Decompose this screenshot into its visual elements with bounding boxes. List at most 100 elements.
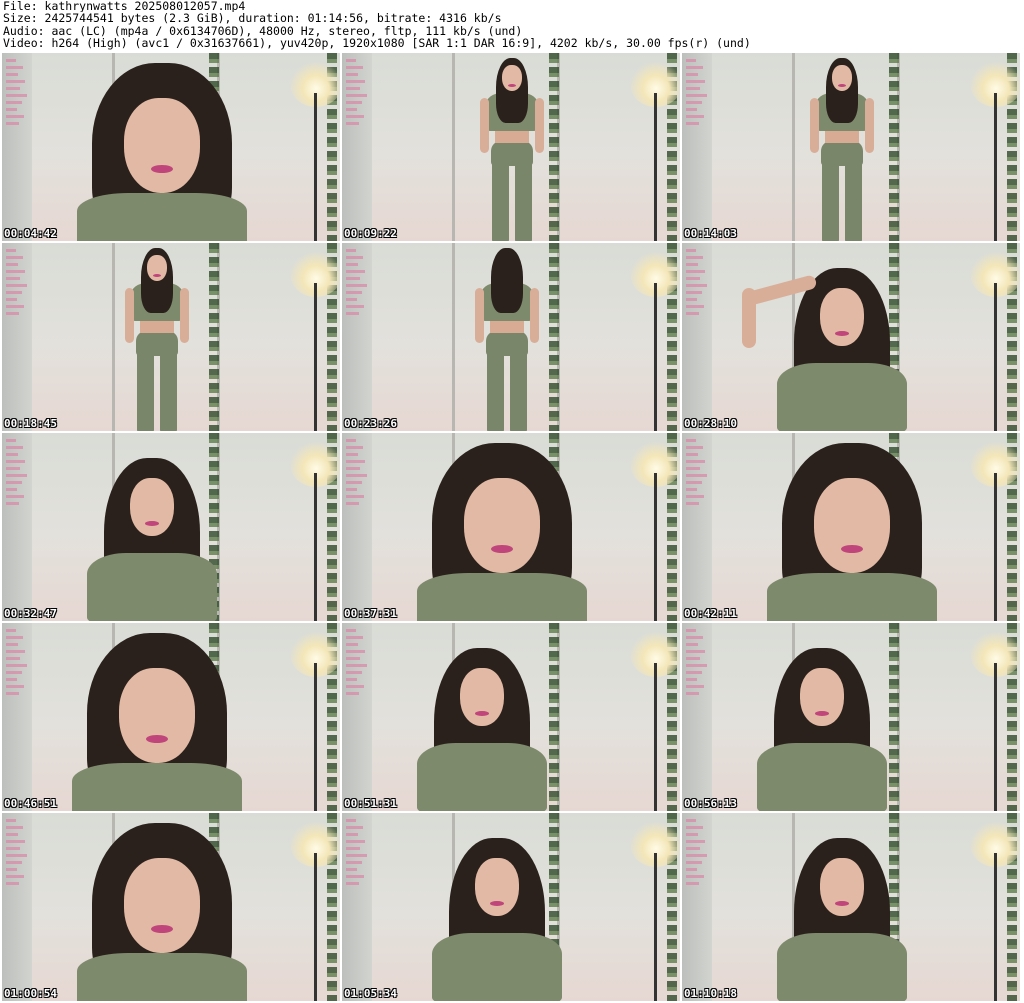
face	[832, 65, 852, 91]
video-thumbnail: 00:18:45	[2, 243, 340, 431]
lips	[490, 901, 504, 906]
green-top	[77, 193, 247, 241]
face	[475, 858, 519, 916]
person-figure	[342, 813, 680, 1001]
video-thumbnail: 00:42:11	[682, 433, 1020, 621]
person-figure	[342, 433, 680, 621]
person-figure	[682, 623, 1020, 811]
right-arm	[865, 98, 874, 153]
video-thumbnail: 00:09:22	[342, 53, 680, 241]
video-thumbnail: 01:00:54	[2, 813, 340, 1001]
lips	[838, 84, 846, 87]
lips	[841, 545, 863, 553]
midriff	[140, 319, 174, 333]
midriff	[825, 129, 859, 143]
person-figure	[682, 433, 1020, 621]
person-figure	[2, 243, 340, 431]
right-arm	[535, 98, 544, 153]
left-arm	[480, 98, 489, 153]
midriff	[490, 319, 524, 333]
face	[820, 858, 864, 916]
hair	[491, 248, 523, 313]
raised-forearm	[742, 288, 756, 348]
lips	[815, 711, 829, 716]
thumbnail-timestamp: 00:46:51	[4, 797, 57, 810]
person-figure	[342, 53, 680, 241]
lips	[151, 925, 173, 933]
thumbnail-timestamp: 00:56:13	[684, 797, 737, 810]
green-top	[777, 933, 907, 1001]
left-arm	[475, 288, 484, 343]
green-top	[757, 743, 887, 811]
lips	[153, 274, 161, 277]
green-top	[72, 763, 242, 811]
video-thumbnail: 00:37:31	[342, 433, 680, 621]
person-figure	[342, 623, 680, 811]
video-thumbnail: 00:51:31	[342, 623, 680, 811]
face	[800, 668, 844, 726]
green-top	[87, 553, 217, 621]
face	[464, 478, 540, 573]
green-top	[777, 363, 907, 431]
green-top	[417, 573, 587, 621]
face	[124, 98, 200, 193]
leggings-hips	[136, 331, 178, 356]
face	[119, 668, 195, 763]
green-top	[77, 953, 247, 1001]
thumbnail-timestamp: 00:28:10	[684, 417, 737, 430]
file-size-line: Size: 2425744541 bytes (2.3 GiB), durati…	[3, 12, 502, 25]
green-top	[417, 743, 547, 811]
lips	[475, 711, 489, 716]
lips	[146, 735, 168, 743]
person-figure	[682, 53, 1020, 241]
person-figure	[2, 53, 340, 241]
face	[820, 288, 864, 346]
face	[124, 858, 200, 953]
thumbnail-timestamp: 00:23:26	[344, 417, 397, 430]
left-arm	[125, 288, 134, 343]
thumbnail-timestamp: 00:51:31	[344, 797, 397, 810]
leggings-hips	[821, 141, 863, 166]
lips	[835, 331, 849, 336]
face	[147, 255, 167, 281]
face	[814, 478, 890, 573]
thumbnail-timestamp: 00:14:03	[684, 227, 737, 240]
face	[130, 478, 174, 536]
lips	[151, 165, 173, 173]
video-thumbnail: 00:56:13	[682, 623, 1020, 811]
lips	[508, 84, 516, 87]
video-thumbnail: 00:14:03	[682, 53, 1020, 241]
right-arm	[530, 288, 539, 343]
video-thumbnail: 01:05:34	[342, 813, 680, 1001]
audio-info-line: Audio: aac (LC) (mp4a / 0x6134706D), 480…	[3, 24, 523, 38]
thumbnail-timestamp: 01:00:54	[4, 987, 57, 1000]
video-thumbnail: 00:46:51	[2, 623, 340, 811]
person-figure	[2, 623, 340, 811]
thumbnail-timestamp: 01:10:18	[684, 987, 737, 1000]
person-figure	[682, 813, 1020, 1001]
green-top	[432, 933, 562, 1001]
left-arm	[810, 98, 819, 153]
video-thumbnail: 00:04:42	[2, 53, 340, 241]
video-thumbnail: 00:23:26	[342, 243, 680, 431]
thumbnail-timestamp: 00:09:22	[344, 227, 397, 240]
person-figure	[342, 243, 680, 431]
leggings-hips	[491, 141, 533, 166]
face	[460, 668, 504, 726]
midriff	[495, 129, 529, 143]
thumbnail-timestamp: 00:04:42	[4, 227, 57, 240]
thumbnail-grid: 00:04:42 00:09:22 00:14:03 00:18:45 00:23:26…	[2, 53, 1022, 1003]
video-thumbnail: 00:28:10	[682, 243, 1020, 431]
video-thumbnail: 00:32:47	[2, 433, 340, 621]
video-thumbnail: 01:10:18	[682, 813, 1020, 1001]
person-figure	[2, 433, 340, 621]
right-arm	[180, 288, 189, 343]
lips	[835, 901, 849, 906]
thumbnail-timestamp: 00:37:31	[344, 607, 397, 620]
file-name-line: File: kathrynwatts_202508012057.mp4	[3, 0, 246, 13]
lips	[145, 521, 159, 526]
leggings-hips	[486, 331, 528, 356]
green-top	[767, 573, 937, 621]
thumbnail-timestamp: 00:42:11	[684, 607, 737, 620]
face	[502, 65, 522, 91]
